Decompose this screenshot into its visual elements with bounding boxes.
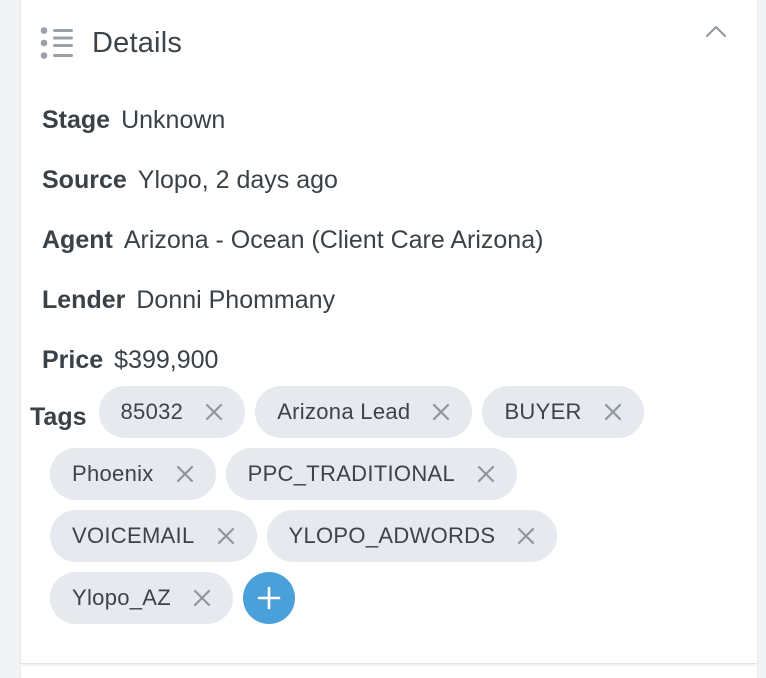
field-label: Lender (42, 285, 126, 314)
field-label: Stage (42, 105, 111, 134)
field-agent: Agent Arizona - Ocean (Client Care Arizo… (42, 210, 722, 270)
tags-section: Tags 85032 Arizona Lead BUYER Phoenix PP… (30, 386, 720, 634)
tag-chip[interactable]: 85032 (98, 386, 246, 438)
tag-label: VOICEMAIL (72, 523, 195, 548)
tag-label: 85032 (120, 399, 184, 424)
tag-label: PPC_TRADITIONAL (247, 461, 456, 486)
field-price: Price $399,900 (42, 330, 722, 390)
field-label: Price (42, 345, 104, 374)
section-title: Details (92, 26, 183, 59)
close-icon[interactable] (205, 403, 223, 421)
field-label: Agent (42, 225, 113, 254)
field-value[interactable]: Unknown (121, 106, 225, 135)
chevron-up-icon[interactable] (704, 20, 728, 44)
tag-label: BUYER (504, 399, 582, 424)
tag-chip[interactable]: VOICEMAIL (50, 510, 257, 562)
field-source: Source Ylopo, 2 days ago (42, 150, 722, 210)
tag-chip[interactable]: PPC_TRADITIONAL (225, 448, 518, 500)
add-tag-button[interactable] (243, 572, 296, 624)
tag-chip[interactable]: Ylopo_AZ (50, 572, 234, 624)
close-icon[interactable] (193, 589, 211, 607)
tags-label: Tags (30, 403, 87, 431)
close-icon[interactable] (432, 403, 450, 421)
tag-label: Ylopo_AZ (72, 585, 172, 610)
close-icon[interactable] (217, 527, 235, 545)
close-icon[interactable] (604, 403, 622, 421)
close-icon[interactable] (176, 465, 194, 483)
plus-icon (257, 586, 281, 610)
field-value[interactable]: Donni Phommany (136, 286, 335, 315)
tag-chip[interactable]: Arizona Lead (255, 386, 473, 438)
tag-chip[interactable]: Phoenix (50, 448, 216, 500)
details-header[interactable]: Details (40, 26, 182, 60)
tag-label: Phoenix (72, 461, 154, 486)
tag-label: Arizona Lead (277, 399, 411, 424)
panel-footer-divider (20, 666, 758, 678)
list-icon (40, 27, 73, 59)
tag-label: YLOPO_ADWORDS (288, 523, 496, 548)
field-value[interactable]: Arizona - Ocean (Client Care Arizona) (124, 226, 544, 255)
details-fields: Stage Unknown Source Ylopo, 2 days ago A… (42, 90, 722, 390)
field-label: Source (42, 165, 127, 194)
close-icon[interactable] (517, 527, 535, 545)
field-lender: Lender Donni Phommany (42, 270, 722, 330)
tag-chip[interactable]: YLOPO_ADWORDS (266, 510, 558, 562)
close-icon[interactable] (477, 465, 495, 483)
field-value[interactable]: $399,900 (114, 346, 218, 375)
tag-chip[interactable]: BUYER (482, 386, 644, 438)
field-stage: Stage Unknown (42, 90, 722, 150)
field-value[interactable]: Ylopo, 2 days ago (138, 166, 338, 195)
